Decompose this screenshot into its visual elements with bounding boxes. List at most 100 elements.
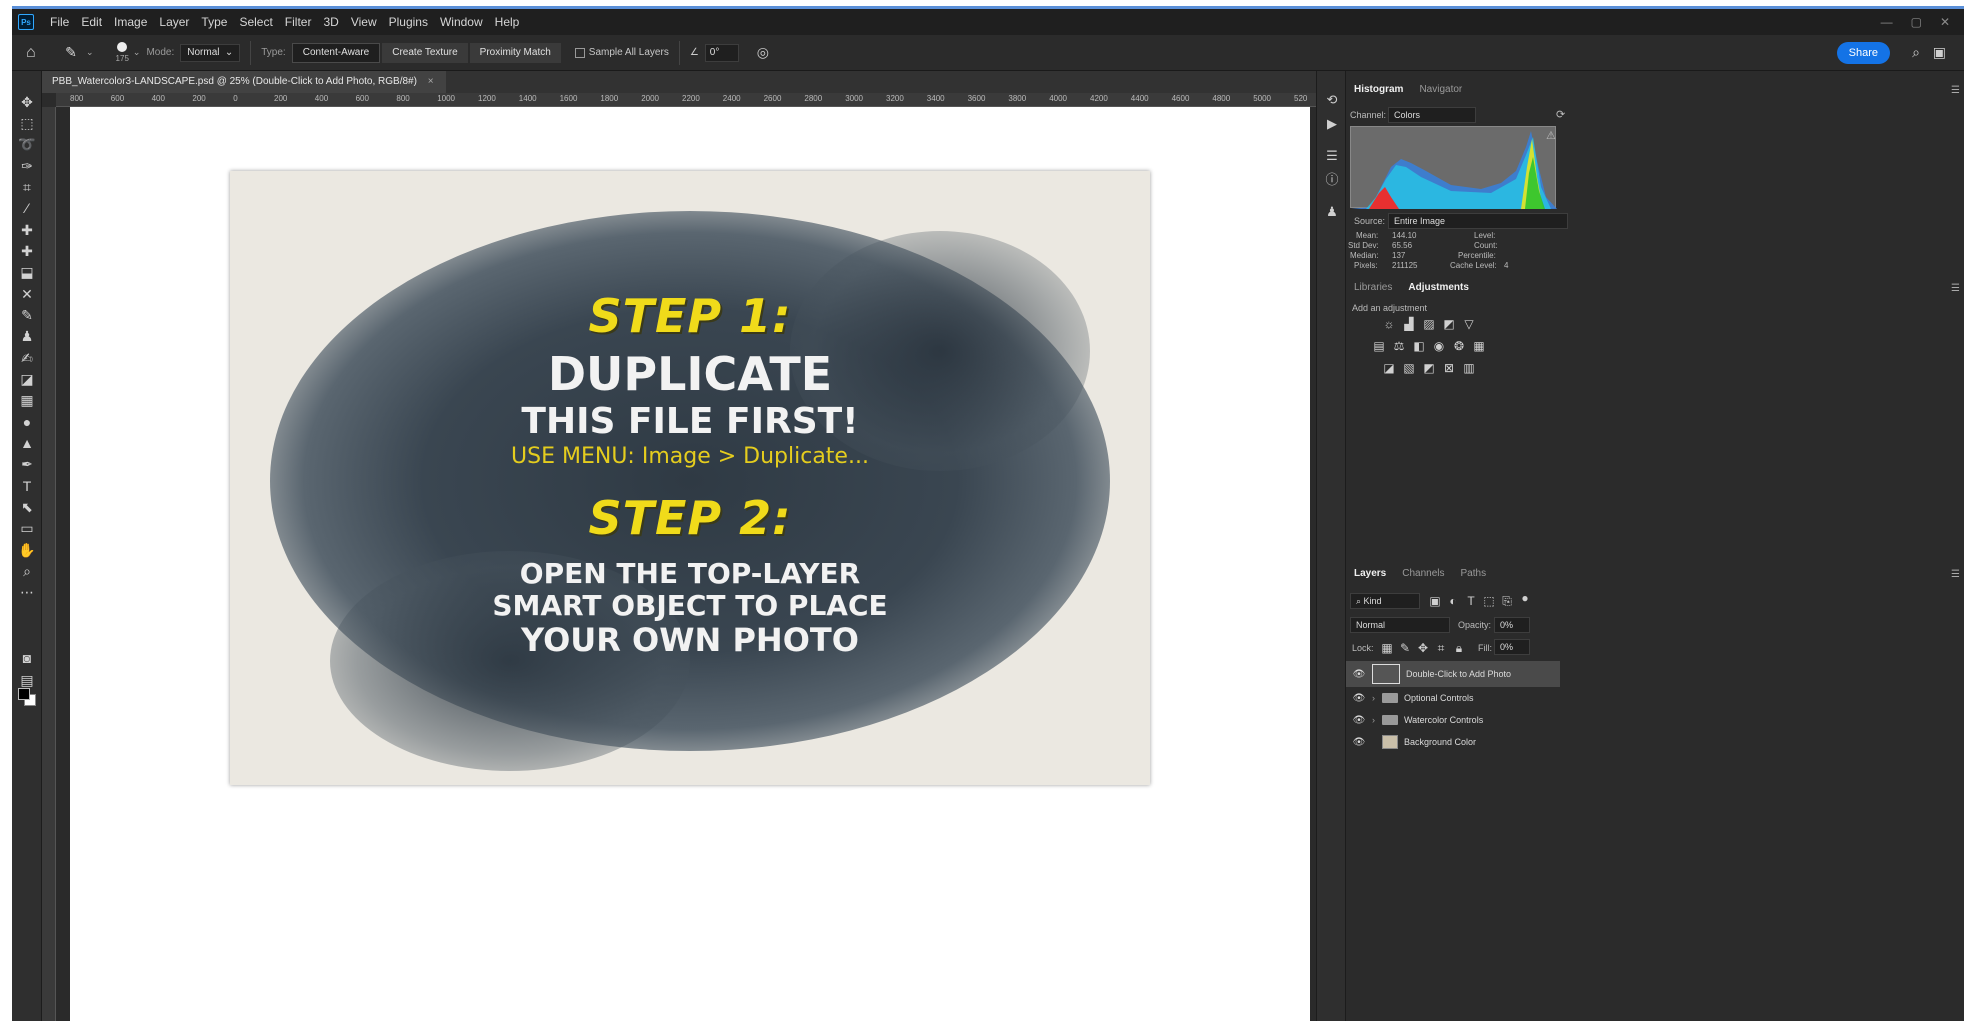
panel-menu-icon[interactable]: ☰ [1951, 283, 1960, 294]
clone-source-icon[interactable]: ♟ [1323, 203, 1341, 221]
brightness-contrast-icon[interactable]: ☼ [1382, 317, 1396, 331]
chevron-down-icon[interactable]: ⌄ [133, 47, 141, 58]
foreground-color-swatch[interactable] [18, 688, 30, 700]
brush-tool-icon[interactable]: ✎ [16, 306, 38, 324]
visibility-eye-icon[interactable]: 👁︎ [1352, 693, 1366, 704]
zoom-tool-icon[interactable]: ⌕ [16, 562, 38, 580]
hand-tool-icon[interactable]: ✋ [16, 541, 38, 559]
lock-artboard-icon[interactable]: ⌗ [1434, 641, 1448, 655]
healing-brush-preset-icon[interactable]: ✎ [60, 44, 82, 62]
source-select[interactable]: Entire Image [1388, 213, 1568, 229]
black-white-icon[interactable]: ◧ [1412, 339, 1426, 353]
eraser-tool-icon[interactable]: ◪ [16, 370, 38, 388]
patch-tool-icon[interactable]: ⬓ [16, 263, 38, 281]
exposure-icon[interactable]: ◩ [1442, 317, 1456, 331]
menu-layer[interactable]: Layer [153, 9, 195, 35]
layer-row-background-color[interactable]: 👁︎ Background Color [1346, 731, 1560, 753]
tab-layers[interactable]: Layers [1346, 563, 1394, 585]
eyedropper-tool-icon[interactable]: ⁄ [16, 199, 38, 217]
content-aware-move-icon[interactable]: ✕ [16, 285, 38, 303]
layer-row-optional-controls[interactable]: 👁︎ › Optional Controls [1346, 687, 1560, 709]
minimize-button[interactable]: — [1881, 15, 1893, 29]
marquee-tool-icon[interactable]: ⬚ [16, 114, 38, 132]
content-aware-button[interactable]: Content-Aware [291, 42, 381, 63]
chevron-right-icon[interactable]: › [1372, 693, 1382, 703]
lock-position-icon[interactable]: ✥ [1416, 641, 1430, 655]
quick-selection-tool-icon[interactable]: ✑ [16, 157, 38, 175]
tab-paths[interactable]: Paths [1453, 563, 1495, 585]
screen-mode-icon[interactable]: ▤ [16, 671, 38, 689]
menu-edit[interactable]: Edit [75, 9, 108, 35]
create-texture-button[interactable]: Create Texture [382, 42, 468, 63]
warning-icon[interactable]: ⚠ [1546, 129, 1556, 142]
shape-tool-icon[interactable]: ▭ [16, 519, 38, 537]
document-tab[interactable]: PBB_Watercolor3-LANDSCAPE.psd @ 25% (Dou… [42, 71, 446, 93]
move-tool-icon[interactable]: ✥ [16, 93, 38, 111]
menu-image[interactable]: Image [108, 9, 153, 35]
layer-filter-select[interactable]: ⌕ Kind [1350, 593, 1420, 609]
menu-filter[interactable]: Filter [279, 9, 318, 35]
angle-input[interactable]: 0° [704, 43, 739, 62]
close-window-button[interactable]: ✕ [1940, 15, 1950, 29]
maximize-button[interactable]: ▢ [1911, 15, 1922, 29]
menu-view[interactable]: View [345, 9, 383, 35]
smart-object-filter-icon[interactable]: ⎘ [1500, 594, 1514, 608]
menu-type[interactable]: Type [195, 9, 233, 35]
actions-play-icon[interactable]: ▶ [1323, 115, 1341, 133]
tab-channels[interactable]: Channels [1394, 563, 1452, 585]
tab-adjustments[interactable]: Adjustments [1400, 277, 1477, 299]
layer-row-smart-object[interactable]: 👁︎ Double-Click to Add Photo [1346, 661, 1560, 687]
refresh-icon[interactable]: ⟳ [1556, 108, 1565, 121]
mode-select[interactable]: Normal ⌄ [180, 43, 241, 62]
hue-saturation-icon[interactable]: ▤ [1372, 339, 1386, 353]
type-filter-icon[interactable]: T [1464, 594, 1478, 608]
gradient-tool-icon[interactable]: ▦ [16, 391, 38, 409]
vertical-ruler[interactable] [42, 107, 56, 1021]
blur-tool-icon[interactable]: ● [16, 413, 38, 431]
tab-navigator[interactable]: Navigator [1411, 79, 1470, 101]
visibility-eye-icon[interactable]: 👁︎ [1352, 737, 1366, 748]
clone-stamp-tool-icon[interactable]: ♟ [16, 327, 38, 345]
menu-3d[interactable]: 3D [317, 9, 344, 35]
adjustment-filter-icon[interactable]: ◐ [1446, 594, 1460, 608]
crop-tool-icon[interactable]: ⌗ [16, 178, 38, 196]
sample-all-layers-checkbox[interactable] [574, 47, 585, 58]
healing-brush-tool-icon[interactable]: ✚ [16, 242, 38, 260]
photo-filter-icon[interactable]: ◉ [1432, 339, 1446, 353]
curves-icon[interactable]: ▨ [1422, 317, 1436, 331]
invert-icon[interactable]: ◪ [1382, 361, 1396, 375]
lasso-tool-icon[interactable]: ➰ [16, 135, 38, 153]
blend-mode-select[interactable]: Normal [1350, 617, 1450, 633]
color-balance-icon[interactable]: ⚖ [1392, 339, 1406, 353]
chevron-right-icon[interactable]: › [1372, 715, 1382, 725]
gradient-map-icon[interactable]: ▥ [1462, 361, 1476, 375]
pen-tool-icon[interactable]: ✒ [16, 455, 38, 473]
canvas-area[interactable]: STEP 1: DUPLICATE THIS FILE FIRST! USE M… [56, 107, 1316, 1021]
properties-icon[interactable]: ☰ [1323, 147, 1341, 165]
threshold-icon[interactable]: ◩ [1422, 361, 1436, 375]
history-icon[interactable]: ⟲ [1323, 91, 1341, 109]
menu-window[interactable]: Window [434, 9, 489, 35]
menu-select[interactable]: Select [233, 9, 278, 35]
horizontal-ruler[interactable]: 800 600 400 200 0 200 400 600 800 1000 1200 1400 160… [56, 93, 1316, 107]
brush-preset-picker[interactable]: 175 [116, 42, 129, 63]
document-canvas[interactable]: STEP 1: DUPLICATE THIS FILE FIRST! USE M… [70, 107, 1310, 1021]
home-icon[interactable]: ⌂ [26, 44, 42, 61]
path-selection-tool-icon[interactable]: ⬉ [16, 498, 38, 516]
menu-file[interactable]: File [44, 9, 75, 35]
lock-all-icon[interactable]: 🔒︎ [1452, 641, 1466, 655]
channel-mixer-icon[interactable]: ❂ [1452, 339, 1466, 353]
opacity-input[interactable]: 0% [1494, 617, 1530, 633]
history-brush-tool-icon[interactable]: ✍ [16, 349, 38, 367]
proximity-match-button[interactable]: Proximity Match [469, 42, 561, 63]
tab-histogram[interactable]: Histogram [1346, 79, 1411, 101]
tab-libraries[interactable]: Libraries [1346, 277, 1400, 299]
quick-mask-icon[interactable]: ◙ [16, 649, 38, 667]
pixel-filter-icon[interactable]: ▣ [1428, 594, 1442, 608]
shape-filter-icon[interactable]: ⬚ [1482, 594, 1496, 608]
share-button[interactable]: Share [1836, 42, 1890, 64]
info-icon[interactable]: ⓘ [1323, 171, 1341, 189]
more-tools-icon[interactable]: ⋯ [16, 583, 38, 601]
layer-row-watercolor-controls[interactable]: 👁︎ › Watercolor Controls [1346, 709, 1560, 731]
panel-menu-icon[interactable]: ☰ [1951, 569, 1960, 580]
